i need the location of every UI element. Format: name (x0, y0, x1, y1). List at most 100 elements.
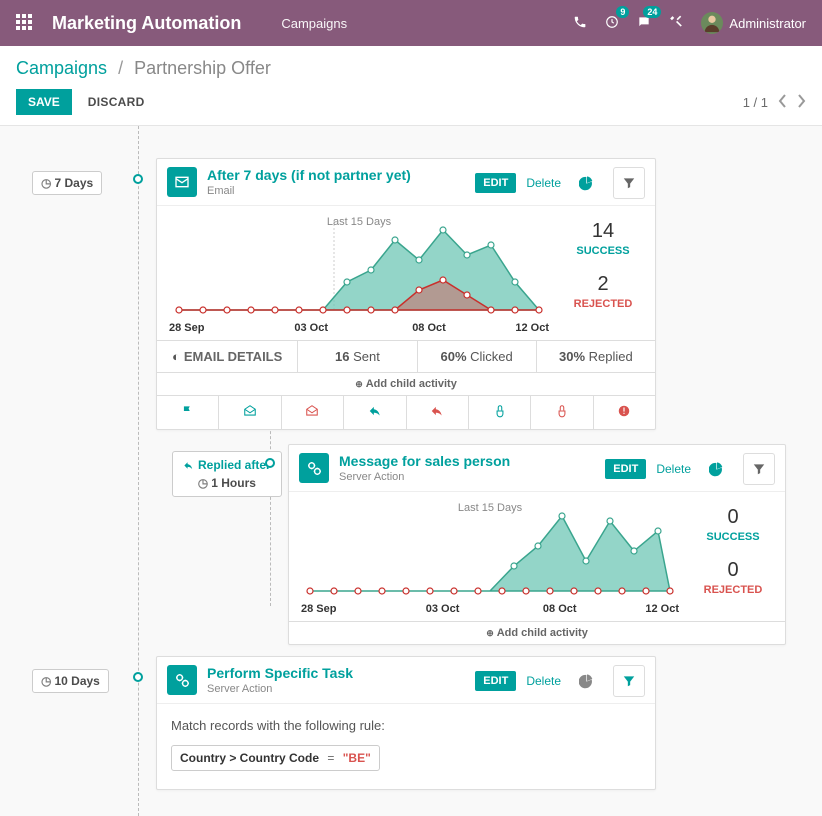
filter-tab-icon[interactable] (613, 167, 645, 199)
reply-icon (183, 460, 194, 471)
breadcrumb: Campaigns / Partnership Offer (16, 58, 806, 79)
gears-icon (299, 453, 329, 483)
node-dot (133, 672, 143, 682)
axis-label: 12 Oct (645, 603, 679, 615)
chart-tab-icon[interactable] (701, 453, 733, 485)
success-count: 0 (693, 506, 773, 529)
discard-button[interactable]: DISCARD (88, 95, 145, 109)
save-button[interactable]: SAVE (16, 89, 72, 115)
add-child-activity[interactable]: ⊕Add child activity (289, 621, 785, 644)
chart-range-label: Last 15 Days (327, 216, 391, 228)
plus-icon: ⊕ (486, 628, 494, 638)
reply-icon[interactable] (344, 396, 406, 429)
rejected-label: REJECTED (563, 298, 643, 310)
rejected-count: 0 (693, 559, 773, 582)
breadcrumb-root[interactable]: Campaigns (16, 58, 107, 78)
user-menu[interactable]: Administrator (701, 12, 806, 34)
apps-icon[interactable] (16, 14, 34, 32)
reply-red-icon[interactable] (407, 396, 469, 429)
timeline-line (138, 126, 139, 816)
card-title[interactable]: After 7 days (if not partner yet) (207, 167, 411, 184)
axis-label: 08 Oct (543, 603, 577, 615)
filter-tab-icon[interactable] (743, 453, 775, 485)
click-red-icon[interactable] (531, 396, 593, 429)
pager-next-icon[interactable] (797, 94, 806, 111)
axis-label: 08 Oct (412, 322, 446, 334)
axis-label: 03 Oct (294, 322, 328, 334)
pager-prev-icon[interactable] (778, 94, 787, 111)
pie-icon: ◐ (172, 349, 180, 364)
delay-label: 10 Days (54, 674, 99, 688)
delete-button[interactable]: Delete (526, 176, 561, 190)
trigger-label: Replied after (198, 458, 271, 472)
workflow-canvas: ◷7 Days After 7 days (if not partner yet… (0, 126, 822, 816)
edit-button[interactable]: EDIT (475, 173, 516, 193)
clock-badge: 9 (616, 6, 629, 18)
add-child-activity[interactable]: ⊕Add child activity (157, 372, 655, 395)
activity-card-server-action: Message for sales person Server Action E… (288, 444, 786, 645)
activity-card-email: After 7 days (if not partner yet) Email … (156, 158, 656, 430)
branch-line (270, 421, 271, 606)
user-name: Administrator (729, 16, 806, 31)
card-subtitle: Server Action (339, 471, 510, 483)
edit-button[interactable]: EDIT (605, 459, 646, 479)
success-label: SUCCESS (563, 245, 643, 257)
breadcrumb-sep: / (118, 58, 123, 78)
rule-chip[interactable]: Country > Country Code = "BE" (171, 745, 380, 771)
add-child-label: Add child activity (497, 627, 588, 639)
activity-card-task: Perform Specific Task Server Action EDIT… (156, 656, 656, 790)
delay-pill-10days[interactable]: ◷10 Days (32, 669, 109, 693)
delay-label: 7 Days (54, 176, 93, 190)
delete-button[interactable]: Delete (656, 462, 691, 476)
trigger-pill-replied[interactable]: Replied after ◷1 Hours (172, 451, 282, 497)
breadcrumb-current: Partnership Offer (134, 58, 271, 78)
email-details-title: EMAIL DETAILS (184, 349, 282, 364)
rule-intro: Match records with the following rule: (171, 718, 641, 733)
chat-badge: 24 (643, 6, 661, 18)
control-panel: Campaigns / Partnership Offer SAVE DISCA… (0, 46, 822, 126)
edit-button[interactable]: EDIT (475, 671, 516, 691)
app-title: Marketing Automation (52, 13, 241, 34)
chart-tab-icon[interactable] (571, 167, 603, 199)
email-icon (167, 167, 197, 197)
card-title[interactable]: Message for sales person (339, 453, 510, 470)
activity-chart (169, 220, 549, 320)
axis-label: 28 Sep (301, 603, 336, 615)
chat-icon[interactable]: 24 (637, 15, 651, 32)
mail-open-red-icon[interactable] (282, 396, 344, 429)
add-child-label: Add child activity (366, 378, 457, 390)
rule-field: Country > Country Code (180, 751, 319, 765)
clock-icon: ◷ (41, 674, 51, 688)
filter-tab-icon[interactable] (613, 665, 645, 697)
topbar: Marketing Automation Campaigns 9 24 Admi… (0, 0, 822, 46)
mail-open-icon[interactable] (219, 396, 281, 429)
plus-icon: ⊕ (355, 379, 363, 389)
sent-label: Sent (353, 349, 380, 364)
trigger-time: 1 Hours (211, 476, 256, 490)
click-icon[interactable] (469, 396, 531, 429)
flag-icon[interactable] (157, 396, 219, 429)
trigger-icons-row (157, 395, 655, 429)
success-count: 14 (563, 220, 643, 243)
delete-button[interactable]: Delete (526, 674, 561, 688)
node-dot (265, 458, 275, 468)
phone-icon[interactable] (573, 15, 587, 32)
clicked-count: 60% (440, 349, 466, 364)
chart-tab-icon[interactable] (571, 665, 603, 697)
clock-icon: ◷ (198, 476, 208, 490)
alert-icon[interactable] (594, 396, 655, 429)
axis-label: 12 Oct (515, 322, 549, 334)
clock-icon[interactable]: 9 (605, 15, 619, 32)
clock-icon: ◷ (41, 176, 51, 190)
delay-pill-7days[interactable]: ◷7 Days (32, 171, 102, 195)
tools-icon[interactable] (669, 15, 683, 32)
rule-op: = (327, 751, 334, 765)
chart-range-label: Last 15 Days (458, 502, 522, 514)
rule-value: "BE" (343, 751, 371, 765)
avatar-icon (701, 12, 723, 34)
pager: 1 / 1 (743, 94, 806, 111)
replied-label: Replied (589, 349, 633, 364)
card-title[interactable]: Perform Specific Task (207, 665, 353, 682)
axis-label: 28 Sep (169, 322, 204, 334)
menu-campaigns[interactable]: Campaigns (281, 16, 347, 31)
